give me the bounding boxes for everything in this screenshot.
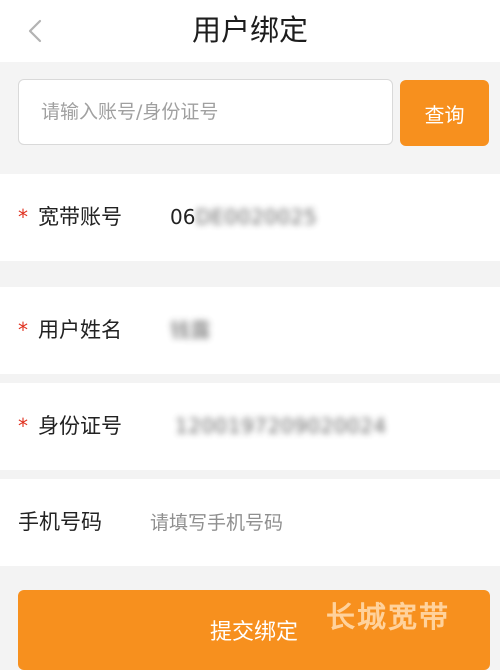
page-title: 用户绑定 bbox=[191, 13, 308, 47]
required-mark: * bbox=[18, 414, 28, 438]
phone-label: 手机号码 bbox=[18, 510, 102, 534]
blurred-value: 1200197209020024 bbox=[175, 414, 387, 438]
required-mark: * bbox=[18, 205, 28, 229]
id-number-label: * 身份证号 bbox=[18, 414, 122, 438]
required-mark: * bbox=[18, 318, 28, 342]
phone-input[interactable] bbox=[150, 501, 470, 545]
broadband-account-row: * 宽带账号 06DE0020025 bbox=[0, 174, 500, 261]
user-name-value: 钱露 bbox=[170, 287, 211, 374]
header-bar: 用户绑定 bbox=[0, 0, 500, 62]
blurred-value: DE0020025 bbox=[195, 205, 318, 229]
account-search-input[interactable] bbox=[18, 79, 393, 145]
user-name-label: * 用户姓名 bbox=[18, 318, 122, 342]
blurred-value: 钱露 bbox=[170, 318, 211, 342]
id-number-row: * 身份证号 1200197209020024 bbox=[0, 383, 500, 470]
id-number-value: 1200197209020024 bbox=[175, 383, 387, 470]
brand-watermark: 长城宽带 bbox=[326, 600, 451, 634]
broadband-account-value: 06DE0020025 bbox=[170, 205, 318, 229]
phone-row: 手机号码 bbox=[0, 479, 500, 566]
query-button[interactable]: 查询 bbox=[400, 80, 489, 146]
broadband-account-label: * 宽带账号 bbox=[18, 205, 122, 229]
user-name-row: * 用户姓名 钱露 bbox=[0, 287, 500, 374]
search-section: 查询 bbox=[0, 62, 500, 174]
